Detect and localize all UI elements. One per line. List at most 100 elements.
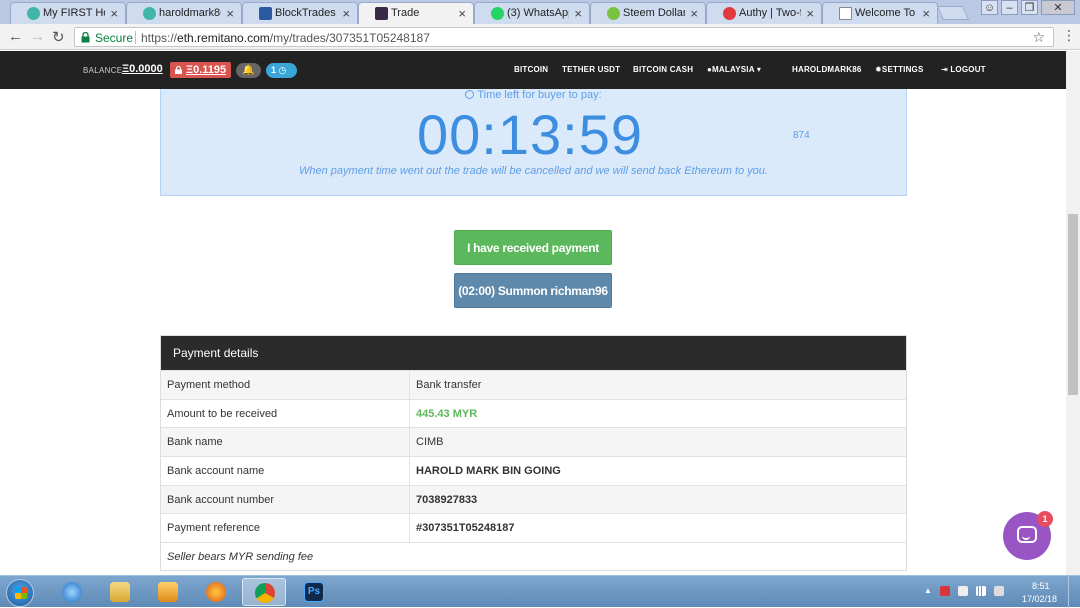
table-row: Payment method Bank transfer: [161, 370, 906, 399]
timer-label-text: Time left for buyer to pay:: [477, 89, 602, 101]
network-signal-icon[interactable]: [976, 586, 986, 596]
clock-icon: ◷: [278, 65, 287, 75]
chat-unread-badge: 1: [1037, 511, 1053, 527]
browser-menu-icon[interactable]: ⋮: [1062, 27, 1076, 44]
omnibox-divider: [135, 31, 136, 44]
tray-app-icon[interactable]: [940, 586, 950, 596]
bookmark-star-icon[interactable]: ☆: [1032, 29, 1045, 46]
url-input[interactable]: Secure https://eth.remitano.com/my/trade…: [74, 27, 1054, 47]
clock-icon: [465, 90, 475, 99]
taskbar-app-explorer[interactable]: [98, 578, 142, 606]
page-scrollbar[interactable]: [1066, 51, 1080, 575]
volume-icon[interactable]: [994, 586, 1004, 596]
row-value: Bank transfer: [416, 379, 482, 391]
open-trades-count: 1: [271, 65, 277, 75]
table-row: Bank account name HAROLD MARK BIN GOING: [161, 456, 906, 485]
table-row: Payment reference #307351T05248187: [161, 513, 906, 543]
taskbar-app-media-player[interactable]: [146, 578, 190, 606]
row-key: Bank account number: [161, 485, 410, 514]
show-desktop-button[interactable]: [1068, 576, 1080, 608]
windows-logo-icon: [15, 587, 27, 599]
locked-balance-value: Ξ0.1195: [186, 64, 227, 76]
row-key: Bank name: [161, 428, 410, 457]
payment-details-panel: Payment details Payment method Bank tran…: [160, 335, 907, 572]
amount-value: 445.43 MYR: [416, 407, 478, 420]
tab-favicon-icon: [491, 7, 504, 20]
tab-favicon-icon: [259, 7, 272, 20]
nav-username[interactable]: HAROLDMARK86: [792, 65, 862, 74]
taskbar-app-chrome[interactable]: [242, 578, 286, 606]
minimize-button[interactable]: –: [1001, 0, 1018, 15]
country-label: MALAYSIA: [712, 65, 755, 74]
countdown-milliseconds: 874: [793, 130, 810, 141]
row-key: Amount to be received: [161, 399, 410, 428]
new-tab-button[interactable]: [936, 6, 970, 20]
row-value: 7038927833: [416, 493, 478, 506]
folder-icon: [110, 582, 130, 602]
taskbar-clock-date[interactable]: 17/02/18: [1022, 594, 1057, 604]
internet-explorer-icon: [62, 582, 82, 602]
tab-favicon-icon: [375, 7, 388, 20]
nav-country-dropdown[interactable]: ●MALAYSIA ▾: [707, 65, 761, 74]
payment-timer-panel: Time left for buyer to pay: 00:13:59 874…: [160, 89, 907, 196]
tab-favicon-icon: [143, 7, 156, 20]
nav-logout[interactable]: ⇥ LOGOUT: [941, 65, 986, 74]
table-row: Amount to be received 445.43 MYR: [161, 398, 906, 428]
tab-close-icon[interactable]: ×: [342, 3, 350, 24]
tab-close-icon[interactable]: ×: [574, 3, 582, 24]
url-text: https://eth.remitano.com/my/trades/30735…: [141, 31, 430, 45]
back-icon[interactable]: ←: [8, 28, 23, 45]
taskbar-clock-time[interactable]: 8:51: [1032, 581, 1050, 591]
browser-tab[interactable]: BlockTrades ×: [242, 2, 358, 24]
tab-close-icon[interactable]: ×: [922, 3, 930, 24]
summon-button[interactable]: (02:00) Summon richman96: [454, 273, 612, 308]
firefox-icon: [206, 582, 226, 602]
open-trades-badge[interactable]: 1 ◷: [266, 63, 297, 78]
browser-tab[interactable]: Authy | Two-fac ×: [706, 2, 822, 24]
browser-tab[interactable]: haroldmark86 — ×: [126, 2, 242, 24]
tab-favicon-icon: [27, 7, 40, 20]
scrollbar-thumb[interactable]: [1068, 214, 1078, 395]
tab-title: Welcome To CI: [855, 7, 917, 19]
browser-tab[interactable]: (3) WhatsApp ×: [474, 2, 590, 24]
tray-device-icon[interactable]: [958, 586, 968, 596]
tab-close-icon[interactable]: ×: [690, 3, 698, 24]
taskbar-app-ie[interactable]: [50, 578, 94, 606]
nav-settings[interactable]: ✹SETTINGS: [875, 65, 924, 74]
received-payment-button[interactable]: I have received payment: [454, 230, 612, 265]
browser-tab-strip: My FIRST How T × haroldmark86 — × BlockT…: [0, 0, 1080, 24]
tab-title: My FIRST How T: [43, 7, 105, 19]
locked-balance[interactable]: Ξ0.1195: [170, 62, 232, 78]
notification-bell-icon[interactable]: 🔔: [236, 63, 261, 78]
tab-title: BlockTrades: [275, 7, 336, 19]
row-value: HAROLD MARK BIN GOING: [416, 465, 561, 478]
url-path: /my/trades/307351T05248187: [269, 31, 430, 45]
balance-label: BALANCE: [83, 66, 123, 75]
browser-tab[interactable]: My FIRST How T ×: [10, 2, 126, 24]
browser-tab[interactable]: Welcome To CI ×: [822, 2, 938, 24]
timer-label: Time left for buyer to pay:: [161, 89, 906, 101]
close-window-button[interactable]: ✕: [1041, 0, 1075, 15]
reload-icon[interactable]: ↻: [52, 28, 65, 46]
table-row: Bank name CIMB: [161, 427, 906, 457]
balance-value[interactable]: Ξ0.0000: [122, 63, 163, 75]
nav-bitcoin[interactable]: BITCOIN: [514, 65, 548, 74]
nav-bitcoin-cash[interactable]: BITCOIN CASH: [633, 65, 693, 74]
restore-button[interactable]: ❐: [1021, 0, 1038, 15]
tab-close-icon[interactable]: ×: [226, 3, 234, 24]
tab-close-icon[interactable]: ×: [458, 3, 466, 24]
browser-tab-active[interactable]: Trade ×: [358, 2, 474, 24]
tab-close-icon[interactable]: ×: [806, 3, 814, 24]
tab-favicon-icon: [607, 7, 620, 20]
browser-tab[interactable]: Steem Dollars P ×: [590, 2, 706, 24]
profile-icon[interactable]: ☺: [981, 0, 998, 15]
taskbar-app-firefox[interactable]: [194, 578, 238, 606]
tray-expand-icon[interactable]: ▲: [924, 586, 932, 595]
forward-icon[interactable]: →: [30, 28, 45, 45]
nav-tether-usdt[interactable]: TETHER USDT: [562, 65, 620, 74]
tab-title: Steem Dollars P: [623, 7, 685, 19]
start-button[interactable]: [6, 579, 34, 607]
taskbar-app-photoshop[interactable]: Ps: [292, 578, 336, 606]
lock-icon: [175, 66, 182, 74]
tab-close-icon[interactable]: ×: [110, 3, 118, 24]
